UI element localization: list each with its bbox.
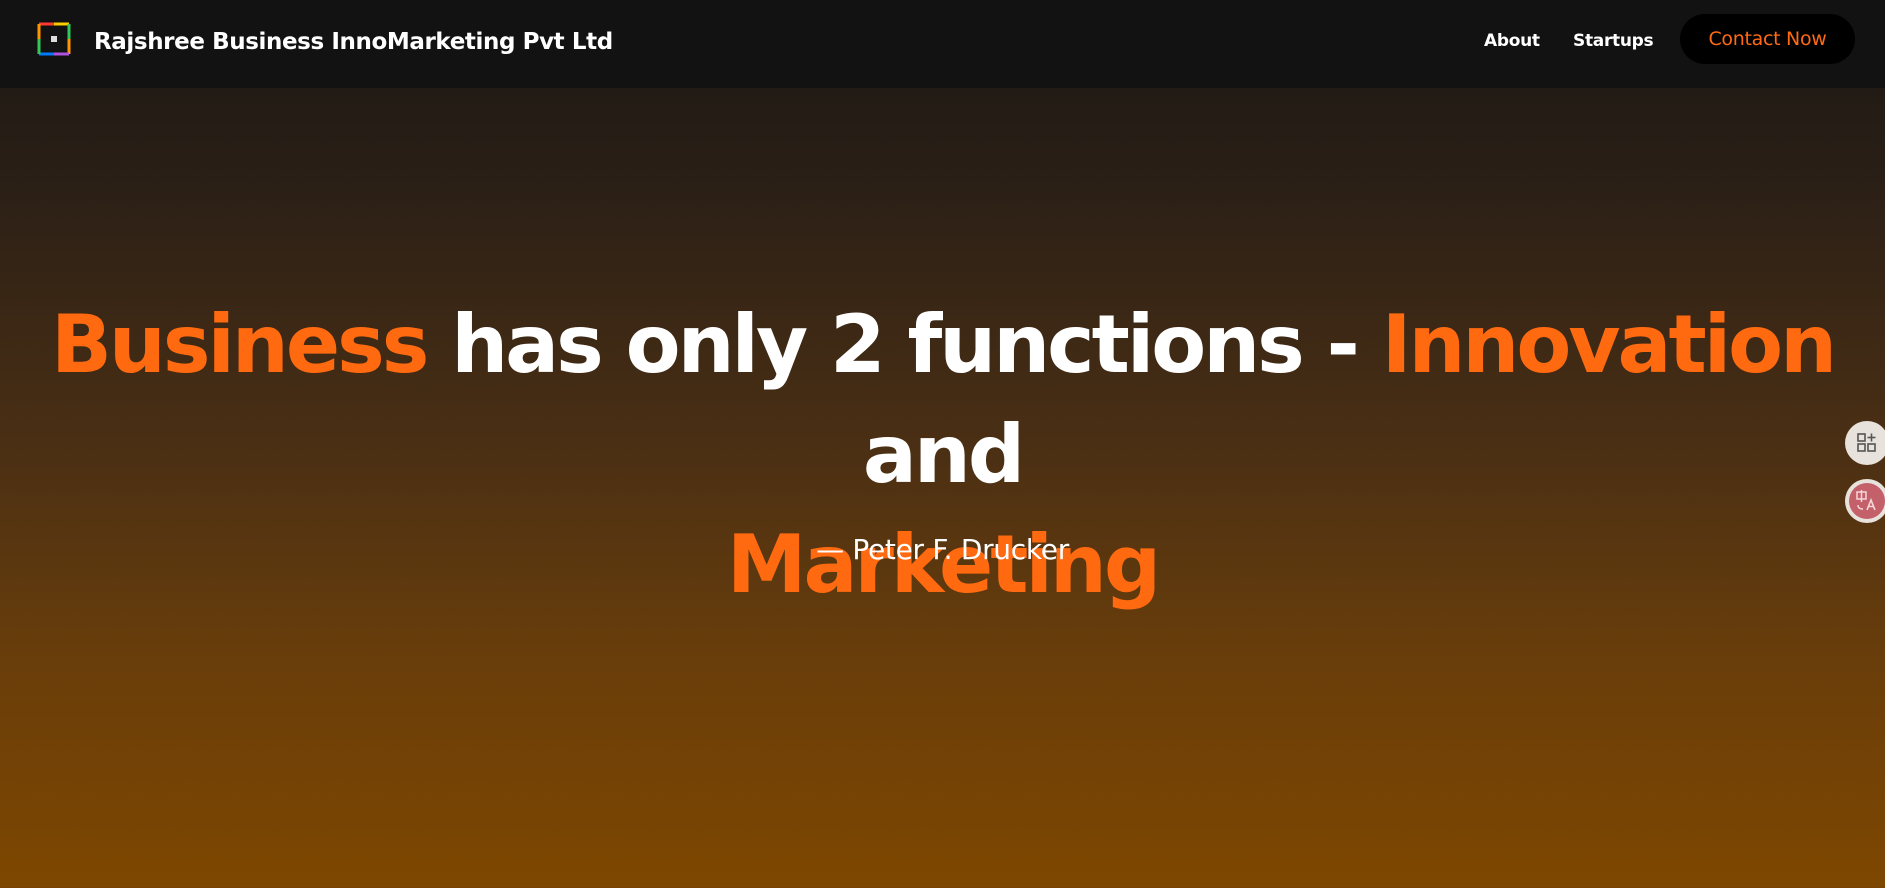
nav-startups-link[interactable]: Startups [1573,28,1654,54]
hero-section: Business has only 2 functions - Innovati… [0,290,1885,620]
translate-button[interactable] [1845,479,1885,523]
brand-name[interactable]: Rajshree Business InnoMarketing Pvt Ltd [94,24,613,60]
headline-and: and [862,408,1025,501]
contact-now-button[interactable]: Contact Now [1680,14,1855,64]
apps-add-button[interactable] [1845,421,1885,465]
translate-icon [1856,490,1876,511]
headline-innovation: Innovation [1381,298,1837,391]
navbar: Rajshree Business InnoMarketing Pvt Ltd … [0,0,1885,88]
colorful-square-logo-icon[interactable] [37,22,71,56]
nav-about-link[interactable]: About [1484,28,1540,54]
apps-add-icon [1857,433,1876,452]
quote-attribution: — Peter F. Drucker [816,533,1069,566]
translate-icon-wrap [1849,483,1885,519]
headline-middle: has only 2 functions - [426,298,1382,391]
hero-headline: Business has only 2 functions - Innovati… [0,290,1885,620]
headline-business: Business [50,298,429,391]
